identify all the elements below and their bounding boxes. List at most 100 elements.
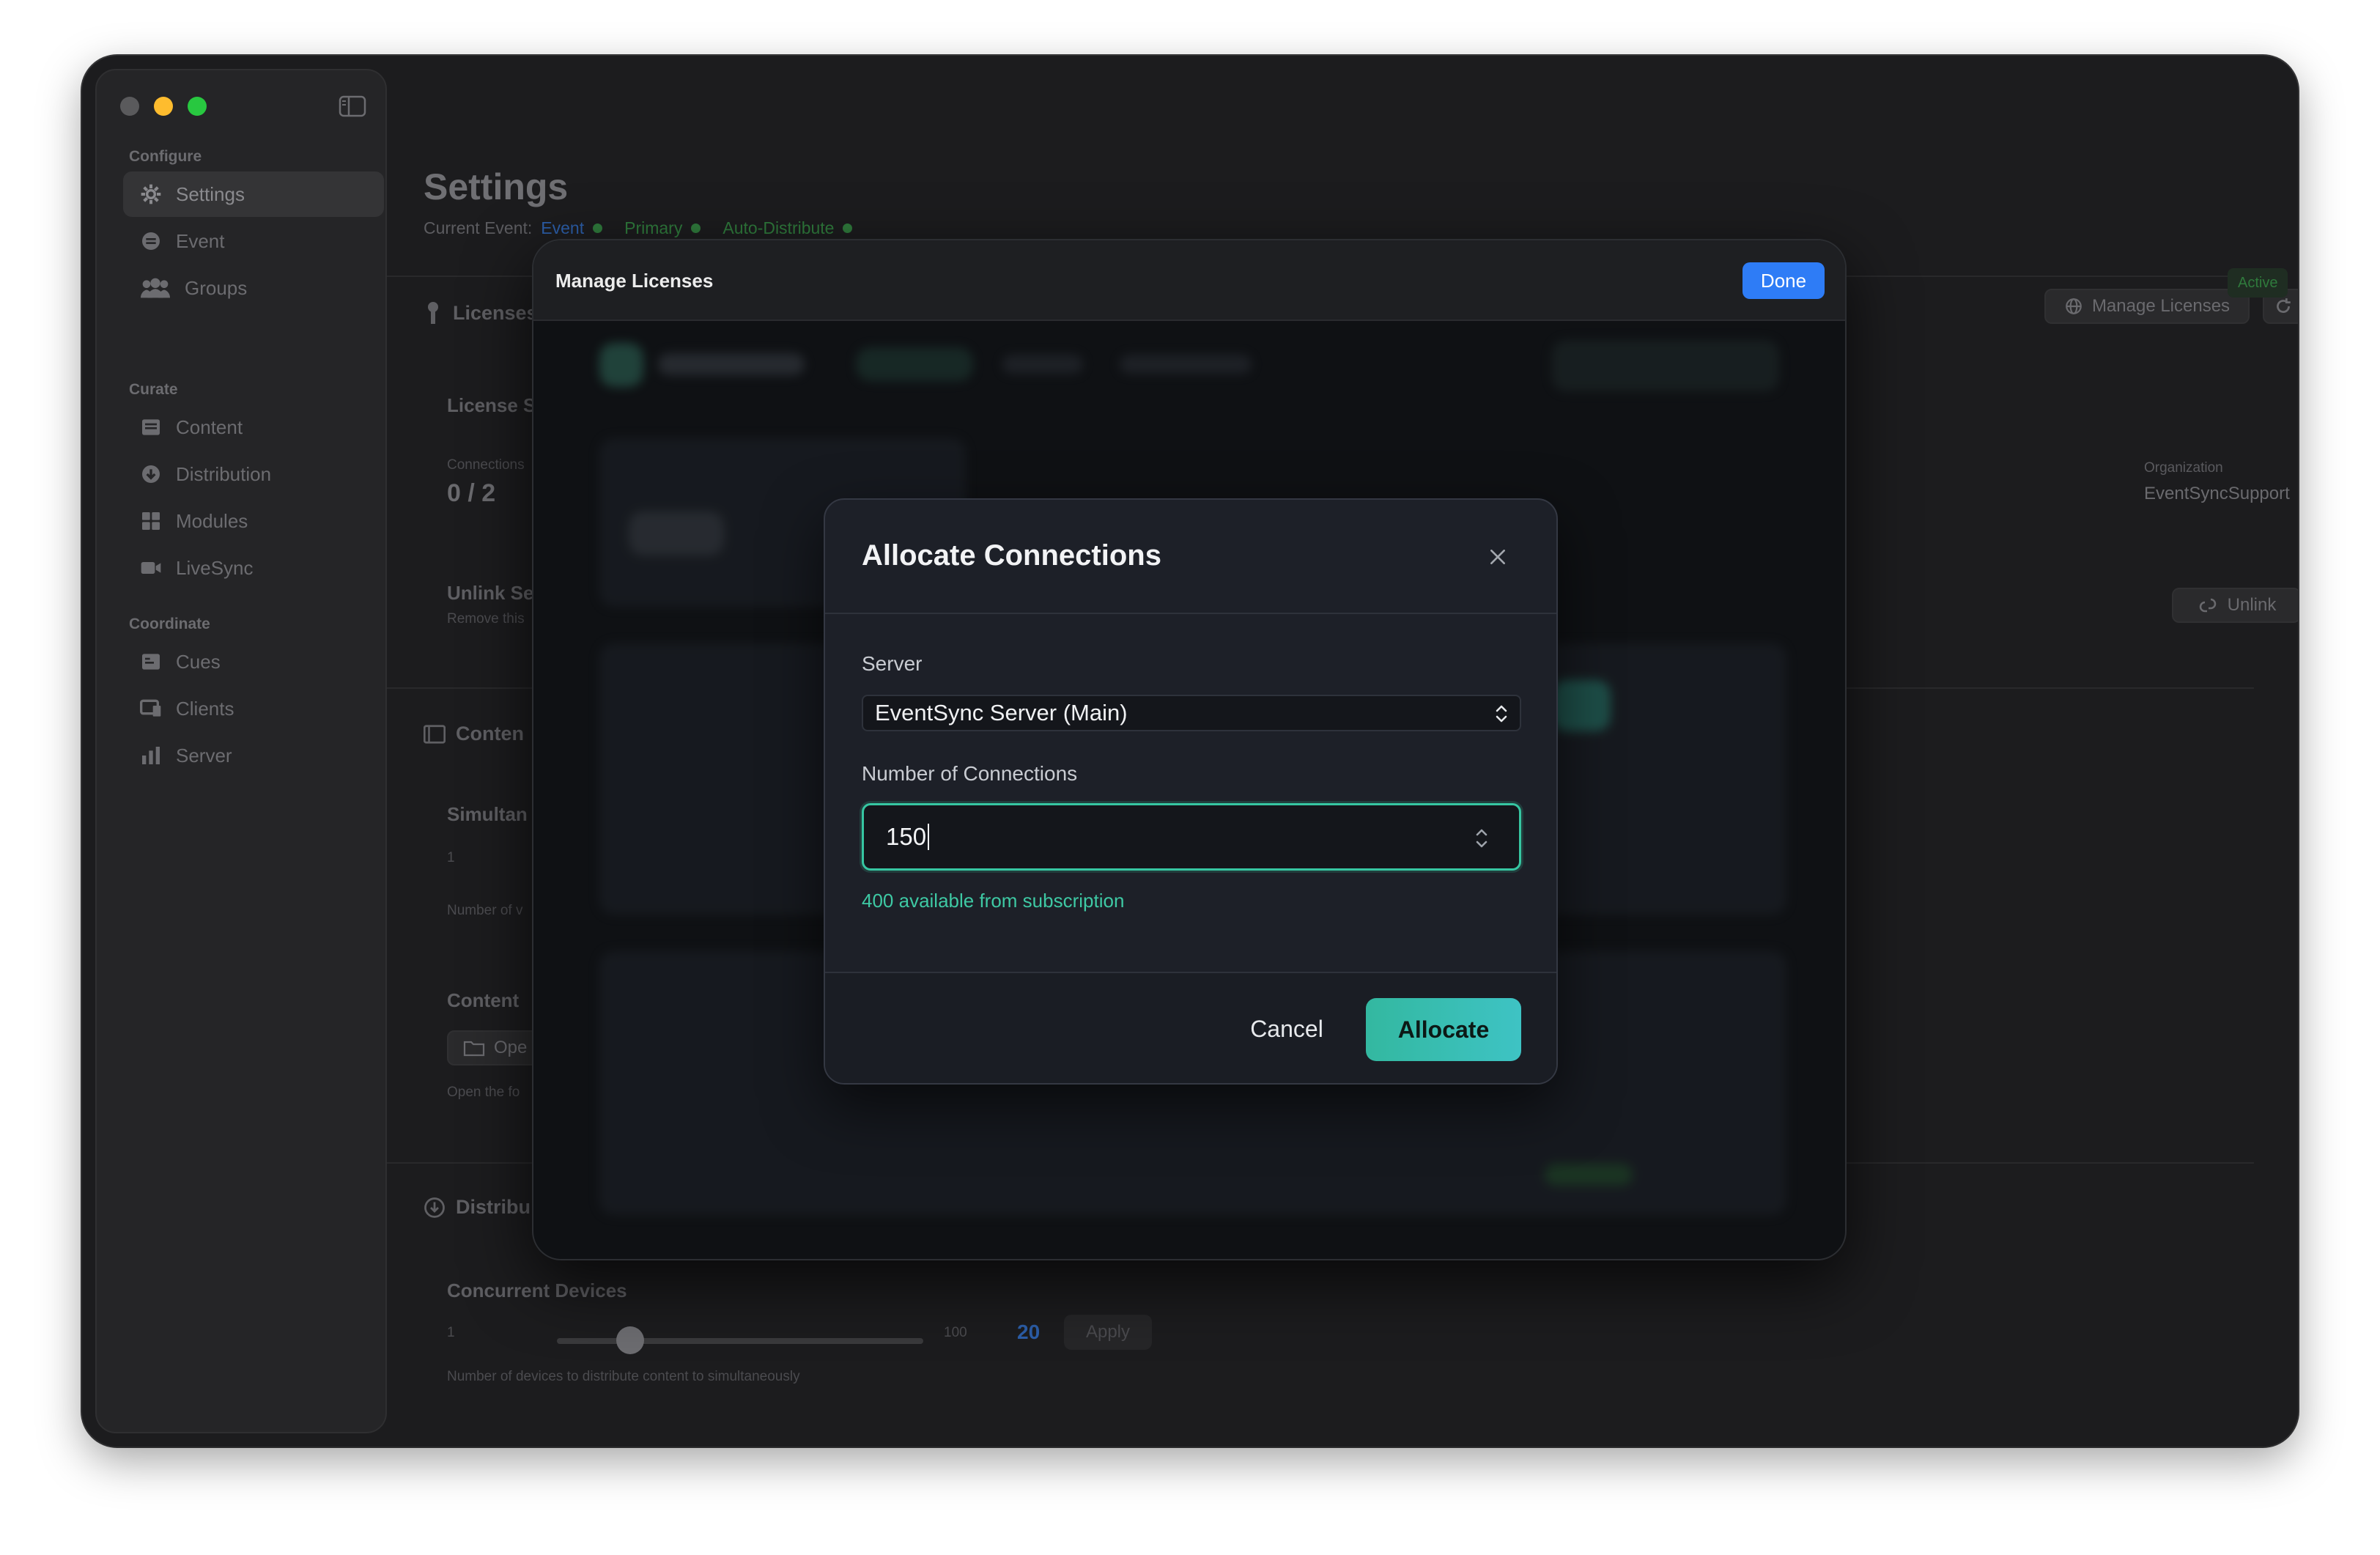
server-select-value: EventSync Server (Main) [875, 700, 1128, 725]
unlink-title: Unlink Se [447, 582, 534, 604]
tag-primary: Primary [624, 218, 683, 237]
sidebar-item-label: Server [176, 744, 232, 767]
sheet-title: Manage Licenses [555, 270, 714, 292]
status-dot [843, 224, 853, 233]
stepper-icon[interactable] [1474, 826, 1490, 851]
cancel-button[interactable]: Cancel [1235, 998, 1338, 1060]
blurred-user [1552, 340, 1779, 391]
allocate-button[interactable]: Allocate [1366, 998, 1521, 1061]
current-event-name[interactable]: Event [541, 218, 584, 238]
clients-icon [140, 699, 161, 717]
availability-hint: 400 available from subscription [862, 890, 1125, 912]
sidebar-item-label: Modules [176, 509, 248, 532]
sidebar-item-content[interactable]: Content [123, 405, 384, 450]
status-badge: Active [2228, 268, 2288, 298]
server-select[interactable]: EventSync Server (Main) [862, 695, 1521, 731]
blurred-title [658, 353, 805, 375]
blurred-tab [1002, 355, 1083, 374]
apply-button[interactable]: Apply [1064, 1315, 1152, 1350]
sidebar-item-distribution[interactable]: Distribution [123, 451, 384, 497]
allocate-connections-dialog: Allocate Connections Server EventSync Se… [824, 498, 1558, 1085]
open-folder-description: Open the fo [447, 1085, 520, 1100]
sidebar-section-coordinate: Coordinate [129, 616, 210, 632]
sidebar-item-cues[interactable]: Cues [123, 639, 384, 684]
concurrent-max: 100 [944, 1325, 967, 1340]
concurrent-value: 20 [1017, 1321, 1041, 1343]
blurred-badge [1545, 1164, 1633, 1186]
connections-input-value: 150 [886, 823, 927, 850]
tag-auto-distribute: Auto-Distribute [722, 218, 835, 237]
camera-icon [141, 562, 161, 574]
gear-icon [141, 184, 161, 204]
done-button[interactable]: Done [1742, 262, 1825, 299]
organization-value: EventSyncSupport [2144, 484, 2290, 503]
concurrent-slider-thumb[interactable] [616, 1326, 644, 1354]
sidebar-item-label: Settings [176, 182, 245, 205]
connections-label: Connections [447, 457, 525, 473]
content-folder-label: Content [447, 989, 520, 1011]
dialog-title: Allocate Connections [862, 539, 1161, 572]
sidebar-item-label: Distribution [176, 462, 272, 485]
sidebar-item-modules[interactable]: Modules [123, 498, 384, 544]
status-dot [593, 224, 603, 233]
unlink-description: Remove this [447, 611, 525, 627]
groups-icon [141, 278, 170, 298]
content-icon [424, 724, 446, 744]
dialog-footer: Cancel Allocate [825, 972, 1556, 1083]
close-icon [1490, 550, 1505, 564]
blurred-tab [1120, 355, 1252, 374]
sidebar-item-label: Clients [176, 697, 234, 720]
connections-input[interactable]: 150 [862, 803, 1521, 871]
concurrent-description: Number of devices to distribute content … [447, 1369, 800, 1384]
divider [825, 613, 1556, 614]
unlink-button[interactable]: Unlink [2172, 588, 2298, 623]
concurrent-slider-track[interactable] [557, 1338, 923, 1344]
folder-icon [463, 1041, 485, 1057]
content-section-head: Conten [424, 723, 524, 745]
distribution-icon [142, 465, 160, 483]
sidebar-item-clients[interactable]: Clients [123, 686, 384, 731]
text-caret [928, 824, 930, 850]
sidebar-item-settings[interactable]: Settings [123, 171, 384, 217]
close-button[interactable] [1480, 539, 1515, 575]
window-maximize-button[interactable] [188, 97, 207, 116]
distribution-section-head: Distribu [424, 1196, 531, 1219]
sidebar-item-server[interactable]: Server [123, 733, 384, 778]
status-dot [691, 224, 701, 233]
content-icon [142, 419, 160, 435]
sidebar-section-configure: Configure [129, 148, 202, 165]
sidebar-item-label: Cues [176, 650, 221, 673]
concurrent-min: 1 [447, 1325, 455, 1340]
blurred-logo [599, 343, 643, 387]
sidebar-item-label: Event [176, 229, 225, 252]
manage-licenses-button[interactable]: Manage Licenses [2044, 289, 2250, 324]
server-label: Server [862, 652, 923, 675]
licenses-section-head: Licenses [424, 300, 538, 325]
sidebar: Configure Settings Event Groups Curate C… [95, 69, 387, 1433]
sidebar-item-label: LiveSync [176, 556, 254, 579]
chevron-updown-icon [1496, 705, 1507, 723]
sidebar-item-label: Content [176, 415, 243, 438]
connections-label: Number of Connections [862, 762, 1078, 785]
connections-value: 0 / 2 [447, 479, 496, 507]
simultaneous-min: 1 [447, 850, 455, 865]
refresh-icon [2277, 298, 2291, 313]
license-status-label: License S [447, 394, 536, 416]
current-event-label: Current Event: [424, 218, 533, 237]
event-icon [142, 232, 160, 250]
window-minimize-button[interactable] [154, 97, 173, 116]
simultaneous-label: Simultan [447, 803, 528, 825]
sidebar-item-groups[interactable]: Groups [123, 265, 384, 311]
globe-icon [2066, 298, 2082, 314]
current-event-line: Current Event: Event Primary Auto-Distri… [424, 218, 865, 238]
sheet-header: Manage Licenses Done [533, 240, 1845, 321]
sidebar-item-livesync[interactable]: LiveSync [123, 545, 384, 591]
sidebar-item-event[interactable]: Event [123, 218, 384, 264]
window-close-button[interactable] [120, 97, 139, 116]
server-icon [142, 747, 160, 764]
cues-icon [142, 654, 160, 670]
blurred-button [1552, 680, 1611, 731]
organization-label: Organization [2144, 460, 2223, 476]
sidebar-toggle-icon[interactable] [339, 95, 366, 117]
key-icon [428, 302, 438, 324]
